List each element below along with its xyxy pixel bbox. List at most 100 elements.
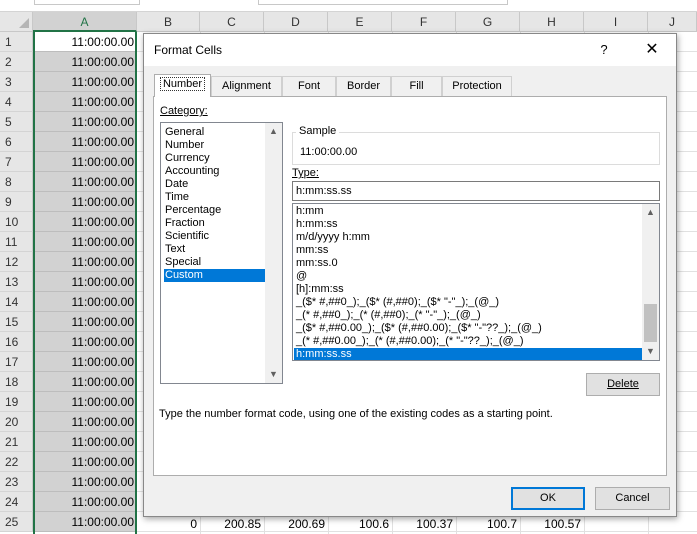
type-list-item[interactable]: h:mm:ss.ss [294, 348, 642, 360]
category-item-accounting[interactable]: Accounting [164, 165, 266, 178]
cell-h25[interactable]: 100.57 [520, 514, 584, 534]
row-header[interactable]: 5 [0, 112, 33, 132]
cell-a2[interactable]: 11:00:00.00 [33, 52, 137, 72]
cell-a15[interactable]: 11:00:00.00 [33, 312, 137, 332]
scroll-up-icon[interactable]: ▲ [642, 204, 659, 221]
cell-c25[interactable]: 200.85 [200, 514, 264, 534]
tab-border[interactable]: Border [336, 76, 391, 96]
cell-b25[interactable]: 0 [137, 514, 200, 534]
row-header[interactable]: 21 [0, 432, 33, 452]
scroll-up-icon[interactable]: ▲ [265, 123, 282, 140]
cell-d25[interactable]: 200.69 [264, 514, 328, 534]
row-header[interactable]: 24 [0, 492, 33, 512]
category-list[interactable]: General Number Currency Accounting Date Time P… [160, 122, 283, 384]
type-list-item[interactable]: _(* #,##0.00_);_(* (#,##0.00);_(* "-"??_… [294, 335, 642, 348]
column-header-a[interactable]: A [33, 12, 137, 32]
row-header[interactable]: 1 [0, 32, 33, 52]
row-header[interactable]: 13 [0, 272, 33, 292]
select-all-button[interactable] [0, 12, 33, 32]
column-header-c[interactable]: C [200, 12, 264, 32]
cell-a8[interactable]: 11:00:00.00 [33, 172, 137, 192]
row-header[interactable]: 20 [0, 412, 33, 432]
cell-a7[interactable]: 11:00:00.00 [33, 152, 137, 172]
category-scrollbar[interactable]: ▲ ▼ [265, 123, 282, 383]
row-header[interactable]: 9 [0, 192, 33, 212]
tab-font[interactable]: Font [282, 76, 336, 96]
cell-a10[interactable]: 11:00:00.00 [33, 212, 137, 232]
cancel-button[interactable]: Cancel [595, 487, 670, 510]
type-list-item[interactable]: m/d/yyyy h:mm [294, 231, 642, 244]
row-header[interactable]: 15 [0, 312, 33, 332]
row-header[interactable]: 7 [0, 152, 33, 172]
row-header[interactable]: 11 [0, 232, 33, 252]
column-header-h[interactable]: H [520, 12, 584, 32]
cell-a9[interactable]: 11:00:00.00 [33, 192, 137, 212]
type-list-item[interactable]: mm:ss.0 [294, 257, 642, 270]
cell-f25[interactable]: 100.37 [392, 514, 456, 534]
cell-a20[interactable]: 11:00:00.00 [33, 412, 137, 432]
category-item-percentage[interactable]: Percentage [164, 204, 266, 217]
category-item-currency[interactable]: Currency [164, 152, 266, 165]
category-item-fraction[interactable]: Fraction [164, 217, 266, 230]
type-list-item[interactable]: @ [294, 270, 642, 283]
scroll-down-icon[interactable]: ▼ [265, 366, 282, 383]
cell-a13[interactable]: 11:00:00.00 [33, 272, 137, 292]
row-header[interactable]: 14 [0, 292, 33, 312]
cell-a17[interactable]: 11:00:00.00 [33, 352, 137, 372]
row-header[interactable]: 25 [0, 512, 33, 532]
category-item-custom[interactable]: Custom [164, 269, 266, 282]
row-header[interactable]: 22 [0, 452, 33, 472]
column-header-g[interactable]: G [456, 12, 520, 32]
column-header-j[interactable]: J [648, 12, 697, 32]
category-item-date[interactable]: Date [164, 178, 266, 191]
scroll-thumb[interactable] [644, 304, 657, 342]
cell-e25[interactable]: 100.6 [328, 514, 392, 534]
column-header-b[interactable]: B [137, 12, 200, 32]
cell-a22[interactable]: 11:00:00.00 [33, 452, 137, 472]
cell-a24[interactable]: 11:00:00.00 [33, 492, 137, 512]
tab-protection[interactable]: Protection [442, 76, 512, 96]
dialog-titlebar[interactable]: Format Cells ? ✕ [144, 34, 676, 66]
row-header[interactable]: 18 [0, 372, 33, 392]
cell-a21[interactable]: 11:00:00.00 [33, 432, 137, 452]
type-list-item[interactable]: _(* #,##0_);_(* (#,##0);_(* "-"_);_(@_) [294, 309, 642, 322]
row-header[interactable]: 8 [0, 172, 33, 192]
type-scrollbar[interactable]: ▲ ▼ [642, 204, 659, 360]
cell-a5[interactable]: 11:00:00.00 [33, 112, 137, 132]
category-item-special[interactable]: Special [164, 256, 266, 269]
cell-g25[interactable]: 100.7 [456, 514, 520, 534]
column-header-f[interactable]: F [392, 12, 456, 32]
type-list-item[interactable]: h:mm [294, 205, 642, 218]
category-item-time[interactable]: Time [164, 191, 266, 204]
type-list-item[interactable]: h:mm:ss [294, 218, 642, 231]
column-header-e[interactable]: E [328, 12, 392, 32]
row-header[interactable]: 17 [0, 352, 33, 372]
row-header[interactable]: 3 [0, 72, 33, 92]
column-header-i[interactable]: I [584, 12, 648, 32]
cell-a18[interactable]: 11:00:00.00 [33, 372, 137, 392]
row-header[interactable]: 6 [0, 132, 33, 152]
cell-a25[interactable]: 11:00:00.00 [33, 512, 137, 532]
ok-button[interactable]: OK [511, 487, 585, 510]
cell-a12[interactable]: 11:00:00.00 [33, 252, 137, 272]
row-header[interactable]: 10 [0, 212, 33, 232]
type-list-item[interactable]: _($* #,##0_);_($* (#,##0);_($* "-"_);_(@… [294, 296, 642, 309]
cell-a1[interactable]: 11:00:00.00 [33, 32, 137, 52]
row-header[interactable]: 2 [0, 52, 33, 72]
delete-button[interactable]: Delete [586, 373, 660, 396]
cell-a6[interactable]: 11:00:00.00 [33, 132, 137, 152]
type-input[interactable]: h:mm:ss.ss [292, 181, 660, 201]
cell-a14[interactable]: 11:00:00.00 [33, 292, 137, 312]
question-icon[interactable]: ? [592, 39, 616, 61]
category-item-general[interactable]: General [164, 126, 266, 139]
cell-a19[interactable]: 11:00:00.00 [33, 392, 137, 412]
category-item-text[interactable]: Text [164, 243, 266, 256]
row-header[interactable]: 4 [0, 92, 33, 112]
tab-fill[interactable]: Fill [391, 76, 442, 96]
cell-a11[interactable]: 11:00:00.00 [33, 232, 137, 252]
cell-a23[interactable]: 11:00:00.00 [33, 472, 137, 492]
tab-alignment[interactable]: Alignment [211, 76, 282, 96]
category-item-number[interactable]: Number [164, 139, 266, 152]
tab-number[interactable]: Number [154, 74, 211, 97]
type-list-item[interactable]: [h]:mm:ss [294, 283, 642, 296]
